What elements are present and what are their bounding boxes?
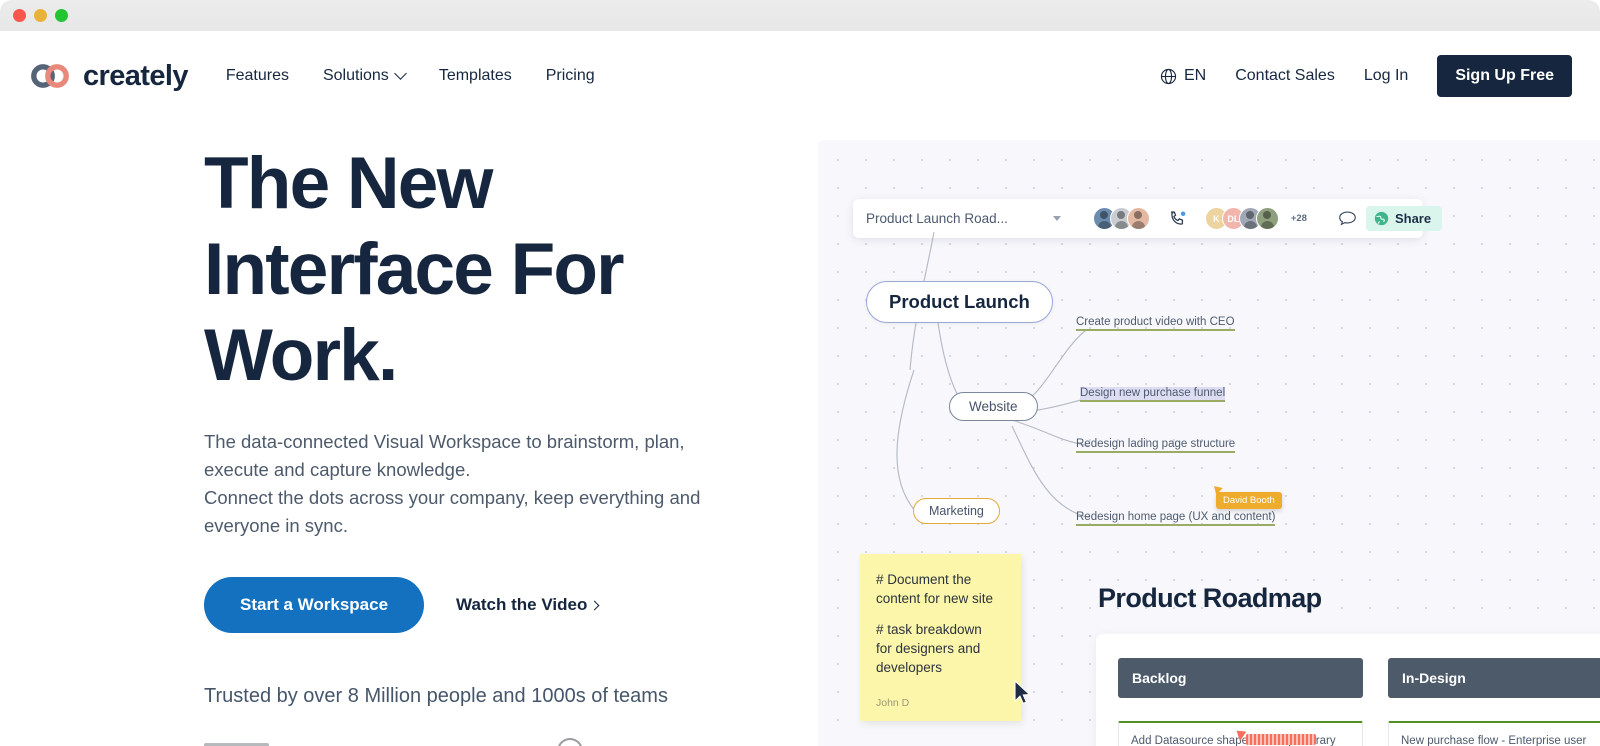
sticky-note[interactable]: # Document the content for new site # ta…	[860, 554, 1021, 721]
secondary-nav: EN Contact Sales Log In Sign Up Free	[1160, 55, 1572, 97]
contact-sales-link[interactable]: Contact Sales	[1235, 67, 1335, 85]
hero-title-line-3: Work.	[204, 315, 398, 396]
nav-link-features-label: Features	[225, 67, 289, 84]
nav-link-pricing[interactable]: Pricing	[546, 67, 595, 85]
sticky-line-5: developers	[876, 660, 943, 675]
nav-link-solutions[interactable]: Solutions	[322, 66, 407, 85]
sticky-note-author: John D	[876, 697, 910, 709]
sticky-spacer	[876, 608, 1007, 620]
nav-link-templates-label: Templates	[438, 67, 512, 84]
kanban-board: Backlog Add Datasource shapes to shape l…	[1096, 634, 1600, 746]
mindmap-node-marketing[interactable]: Marketing	[913, 498, 1000, 524]
nav-link-pricing-label: Pricing	[545, 67, 595, 84]
hero-sub-line-1: The data-connected Visual Workspace to b…	[204, 431, 685, 452]
hero-subtitle: The data-connected Visual Workspace to b…	[204, 428, 749, 540]
language-label: EN	[1183, 67, 1207, 84]
window-close-button[interactable]	[13, 9, 26, 22]
log-in-label: Log In	[1363, 67, 1409, 84]
kanban-column-in-design: In-Design New purchase flow - Enterprise…	[1388, 658, 1600, 746]
mindmap-root-node[interactable]: Product Launch	[866, 281, 1053, 323]
window-zoom-button[interactable]	[55, 9, 68, 22]
column-header-backlog[interactable]: Backlog	[1118, 658, 1363, 698]
hero-section: The New Interface For Work. The data-con…	[204, 141, 804, 746]
remote-cursor-selection-red	[1246, 734, 1316, 745]
mouse-cursor-icon	[1014, 680, 1031, 705]
remote-cursor-label-david-booth: David Booth	[1216, 492, 1282, 509]
site-header: creately Features Solutions Templates Pr…	[0, 31, 1600, 121]
mindmap-branch-3[interactable]: Redesign home page (UX and content)	[1076, 511, 1276, 526]
brand-name: creately	[83, 59, 188, 92]
window-minimize-button[interactable]	[34, 9, 47, 22]
customer-logos: intel NETFLIX NASA citi facebook NATIONA…	[204, 730, 804, 746]
mindmap-node-website[interactable]: Website	[949, 392, 1038, 421]
primary-nav: Features Solutions Templates Pricing	[226, 66, 595, 85]
hero-cta-group: Start a Workspace Watch the Video	[204, 577, 804, 633]
chevron-right-icon	[589, 600, 600, 610]
sticky-line-4: for designers and	[876, 641, 981, 656]
nav-link-templates[interactable]: Templates	[439, 67, 512, 85]
mindmap-branch-0[interactable]: Create product video with CEO	[1076, 316, 1235, 331]
watch-the-video-label: Watch the Video	[456, 595, 588, 614]
window-titlebar	[0, 0, 1600, 31]
nav-link-features[interactable]: Features	[226, 67, 289, 85]
roadmap-title: Product Roadmap	[1098, 583, 1322, 613]
watch-the-video-link[interactable]: Watch the Video	[456, 595, 600, 615]
chevron-down-icon	[393, 66, 407, 80]
page-title: The New Interface For Work.	[204, 141, 674, 399]
trusted-by-text: Trusted by over 8 Million people and 100…	[204, 685, 668, 707]
hero-sub-line-3: Connect the dots across your company, ke…	[204, 487, 701, 508]
language-selector[interactable]: EN	[1160, 67, 1206, 85]
page-content: creately Features Solutions Templates Pr…	[0, 31, 1600, 746]
creately-logo-icon	[31, 64, 69, 88]
hero-sub-line-4: everyone in sync.	[204, 515, 348, 536]
app-preview-canvas: Product Launch Road... K DL +28 Share Pr…	[818, 140, 1600, 746]
hero-sub-line-2: execute and capture knowledge.	[204, 459, 471, 480]
sticky-line-1: # Document the	[876, 572, 972, 587]
kanban-card[interactable]: New purchase flow - Enterprise user	[1388, 721, 1600, 746]
log-in-link[interactable]: Log In	[1364, 67, 1408, 85]
mindmap-branch-1[interactable]: Design new purchase funnel	[1080, 387, 1226, 402]
sign-up-free-button[interactable]: Sign Up Free	[1437, 55, 1572, 97]
globe-icon	[1160, 68, 1177, 84]
contact-sales-label: Contact Sales	[1235, 67, 1335, 84]
column-header-in-design[interactable]: In-Design	[1388, 658, 1600, 698]
nav-link-solutions-label: Solutions	[322, 67, 389, 84]
start-a-workspace-button[interactable]: Start a Workspace	[204, 577, 425, 633]
citi-arc-icon	[557, 738, 584, 746]
mindmap-branch-2[interactable]: Redesign lading page structure	[1076, 438, 1236, 453]
hero-title-line-1: The New	[204, 143, 493, 224]
hero-title-line-2: Interface For	[204, 229, 625, 310]
sticky-line-2: content for new site	[876, 591, 994, 606]
sticky-line-3: # task breakdown	[876, 622, 982, 637]
brand-logo[interactable]: creately	[31, 60, 188, 93]
